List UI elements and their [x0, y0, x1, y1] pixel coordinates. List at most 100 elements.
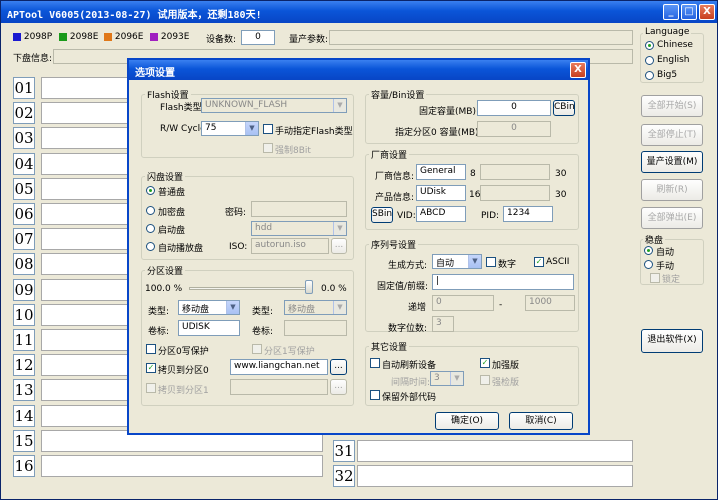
serial-digits-field[interactable]: 3 [432, 316, 454, 332]
vendor-info-label: 厂商信息: [375, 172, 415, 182]
exit-button[interactable]: 退出软件(X) [641, 329, 703, 353]
slot-number: 14 [13, 404, 35, 427]
flash-type-select[interactable]: UNKNOWN_FLASH ▼ [201, 98, 347, 113]
mode-manual-label: 手动 [656, 262, 675, 272]
serial-increment-from[interactable]: 0 [432, 295, 494, 311]
partition1-type-select[interactable]: 移动盘 ▼ [284, 300, 347, 315]
slot-number: 04 [13, 152, 35, 175]
keep-code-checkbox[interactable] [370, 390, 380, 400]
maximize-button[interactable]: □ [681, 4, 697, 20]
serial-ascii-checkbox[interactable]: ✓ [534, 257, 544, 267]
cancel-button[interactable]: 取消(C) [509, 412, 573, 430]
slot-number: 32 [333, 465, 355, 487]
product-max: 30 [555, 190, 567, 200]
sbin-button[interactable]: SBin [371, 207, 393, 223]
lang-big5-label: Big5 [657, 70, 678, 80]
close-button[interactable]: X [699, 4, 715, 20]
eject-all-button[interactable]: 全部弹出(E) [641, 207, 703, 229]
serial-increment-to[interactable]: 1000 [525, 295, 575, 311]
product-info-field[interactable]: UDisk [416, 185, 466, 201]
slot-number: 01 [13, 77, 35, 99]
slot-number: 16 [13, 455, 35, 477]
legend-2098p: 2098P [13, 32, 52, 42]
lang-big5-radio[interactable] [645, 71, 654, 80]
partition-slider-handle[interactable] [305, 280, 313, 294]
boot-disk-label: 启动盘 [158, 226, 186, 236]
password-label: 密码: [225, 208, 247, 218]
slot-number: 06 [13, 203, 35, 225]
partition-right-percent: 0.0 % [321, 284, 347, 294]
autoplay-disk-label: 自动播放盘 [158, 244, 204, 254]
serial-ascii-label: ASCII [546, 257, 570, 267]
enhanced-checkbox[interactable]: ✓ [480, 358, 490, 368]
serial-prefix-field[interactable]: | [432, 274, 574, 290]
normal-disk-radio[interactable] [146, 186, 155, 195]
chevron-down-icon: ▼ [333, 222, 346, 235]
enhanced-label: 加强版 [492, 361, 520, 371]
mode-manual-radio[interactable] [644, 260, 653, 269]
serial-mode-label: 生成方式: [388, 261, 428, 271]
mode-auto-radio[interactable] [644, 246, 653, 255]
partition1-wp-checkbox[interactable] [252, 344, 262, 354]
slot-number: 15 [13, 429, 35, 452]
vendor-info-field[interactable]: General [416, 164, 466, 180]
start-all-button[interactable]: 全部开始(S) [641, 95, 703, 117]
boot-disk-radio[interactable] [146, 224, 155, 233]
minimize-button[interactable]: _ [663, 4, 679, 20]
serial-mode-select[interactable]: 自动 ▼ [432, 254, 482, 269]
copy-partition0-field[interactable]: www.liangchan.net [230, 359, 328, 375]
serial-group-title: 序列号设置 [369, 238, 419, 251]
copy-partition1-checkbox[interactable] [146, 383, 156, 393]
dialog-close-button[interactable]: X [570, 62, 586, 78]
iso-field[interactable]: autorun.iso [251, 238, 329, 254]
copy-partition1-browse-button[interactable]: ... [330, 379, 347, 395]
force-8bit-checkbox[interactable] [263, 143, 273, 153]
copy-partition0-browse-button[interactable]: ... [330, 359, 347, 375]
vid-field[interactable]: ABCD [416, 206, 466, 222]
copy-partition1-label: 拷贝到分区1 [158, 386, 209, 396]
password-field[interactable] [251, 201, 347, 217]
legend-2096e: 2096E [104, 32, 143, 42]
slot-number: 02 [13, 102, 35, 125]
dialog-title: 选项设置 [135, 68, 175, 79]
autoplay-disk-radio[interactable] [146, 242, 155, 251]
chevron-down-icon: ▼ [333, 301, 346, 314]
slot-status-bar [357, 465, 633, 487]
auto-refresh-checkbox[interactable] [370, 358, 380, 368]
pid-field[interactable]: 1234 [503, 206, 553, 222]
interval-select[interactable]: 3 ▼ [430, 371, 464, 386]
iso-browse-button[interactable]: ... [331, 238, 347, 254]
mp-settings-button[interactable]: 量产设置(M) [641, 151, 703, 173]
device-count-field: 0 [241, 30, 275, 45]
strong-checkbox[interactable] [480, 375, 490, 385]
stop-all-button[interactable]: 全部停止(T) [641, 124, 703, 146]
strong-label: 强检版 [492, 378, 520, 388]
flash-type-label: Flash类型: [160, 103, 205, 113]
lang-chinese-radio[interactable] [645, 41, 654, 50]
cbin-button[interactable]: CBin [553, 100, 575, 116]
rw-cycle-select[interactable]: 75 ▼ [201, 121, 259, 136]
ok-button[interactable]: 确定(O) [435, 412, 499, 430]
chevron-down-icon: ▼ [468, 255, 481, 268]
manual-flash-checkbox[interactable] [263, 124, 273, 134]
partition0-type-select[interactable]: 移动盘 ▼ [178, 300, 240, 315]
refresh-button[interactable]: 刷新(R) [641, 179, 703, 201]
slot-number: 31 [333, 440, 355, 462]
partition0-wp-checkbox[interactable] [146, 344, 156, 354]
lock-checkbox[interactable] [650, 273, 660, 283]
encrypt-disk-radio[interactable] [146, 206, 155, 215]
partition1-volume-field[interactable] [284, 320, 347, 336]
fixed-capacity-field[interactable]: 0 [477, 100, 551, 116]
partition0-volume-label: 卷标: [148, 327, 170, 337]
lang-english-radio[interactable] [645, 56, 654, 65]
slot-number: 09 [13, 278, 35, 301]
serial-digit-checkbox[interactable] [486, 257, 496, 267]
copy-partition0-checkbox[interactable]: ✓ [146, 363, 156, 373]
copy-partition1-field[interactable] [230, 379, 328, 395]
keep-code-label: 保留外部代码 [382, 393, 437, 403]
partition-slider-track[interactable] [189, 287, 311, 290]
partition0-volume-field[interactable]: UDISK [178, 320, 240, 336]
download-info-label: 下盘信息: [13, 54, 53, 64]
boot-type-select[interactable]: hdd ▼ [251, 221, 347, 236]
partition0-capacity-field[interactable]: 0 [477, 121, 551, 137]
